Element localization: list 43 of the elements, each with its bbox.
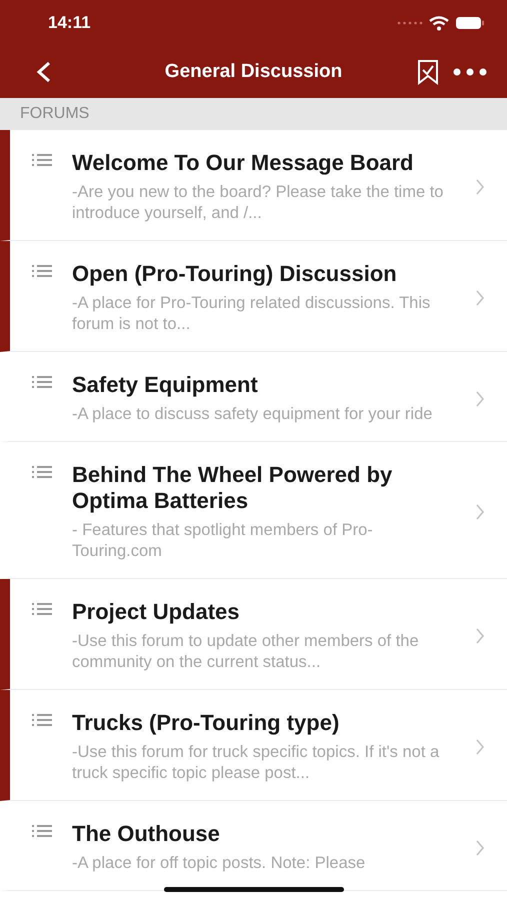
forum-row[interactable]: Trucks (Pro-Touring type) -Use this forum for truck specific topics. If it's not a truck specific topic please post... (0, 690, 507, 801)
chevron-icon (475, 840, 485, 856)
chevron-icon (475, 179, 485, 195)
forum-title: Behind The Wheel Powered by Optima Batteries (72, 462, 394, 514)
list-icon (32, 376, 52, 388)
forum-row[interactable]: Behind The Wheel Powered by Optima Batteries - Features that spotlight members of Pro-Touring.com (0, 442, 507, 579)
list-icon (32, 154, 52, 166)
list-icon (32, 466, 52, 478)
forum-title: Welcome To Our Message Board (72, 150, 414, 176)
wifi-icon (429, 16, 449, 30)
list-icon (32, 714, 52, 726)
forum-title: Trucks (Pro-Touring type) (72, 710, 340, 736)
chevron-icon (475, 739, 485, 755)
chevron-icon (475, 290, 485, 306)
forum-title: The Outhouse (72, 821, 221, 847)
forum-description: -Use this forum for truck specific topics. If it's not a truck specific topic please post... (72, 742, 440, 784)
forum-description: -A place for Pro-Touring related discussions. This forum is not to... (72, 293, 432, 335)
more-icon[interactable] (453, 68, 487, 76)
chevron-icon (475, 628, 485, 644)
forum-description: - Features that spotlight members of Pro-Touring.com (72, 520, 374, 562)
forum-description: -Use this forum to update other members of the community on the current status... (72, 631, 420, 673)
forum-row[interactable]: Safety Equipment -A place to discuss safety equipment for your ride (0, 352, 507, 442)
list-icon (32, 265, 52, 277)
forum-description: -Are you new to the board? Please take the time to introduce yourself, and /... (72, 182, 444, 224)
screen-title: General Discussion (164, 61, 342, 83)
battery-icon (455, 16, 485, 30)
list-icon (32, 825, 52, 837)
forum-description: -A place for off topic posts. Note: Please (72, 853, 366, 874)
chevron-icon (475, 390, 485, 406)
back-icon[interactable] (36, 61, 52, 83)
forum-title: Open (Pro-Touring) Discussion (72, 261, 398, 287)
signal-icon (397, 20, 423, 26)
forum-row[interactable]: Welcome To Our Message Board -Are you new to the board? Please take the time to introduce yourself, and /... (0, 130, 507, 241)
forum-row[interactable]: Project Updates -Use this forum to update other members of the community on the current status... (0, 579, 507, 690)
forum-title: Safety Equipment (72, 372, 259, 398)
forum-title: Project Updates (72, 599, 240, 625)
forum-row[interactable]: Open (Pro-Touring) Discussion -A place for Pro-Touring related discussions. This forum is not to... (0, 241, 507, 352)
status-time: 14:11 (48, 13, 91, 33)
bookmark-icon[interactable] (417, 59, 439, 85)
list-icon (32, 603, 52, 615)
section-label: FORUMS (20, 105, 90, 123)
chevron-icon (475, 504, 485, 520)
forum-description: -A place to discuss safety equipment for your ride (72, 404, 434, 425)
